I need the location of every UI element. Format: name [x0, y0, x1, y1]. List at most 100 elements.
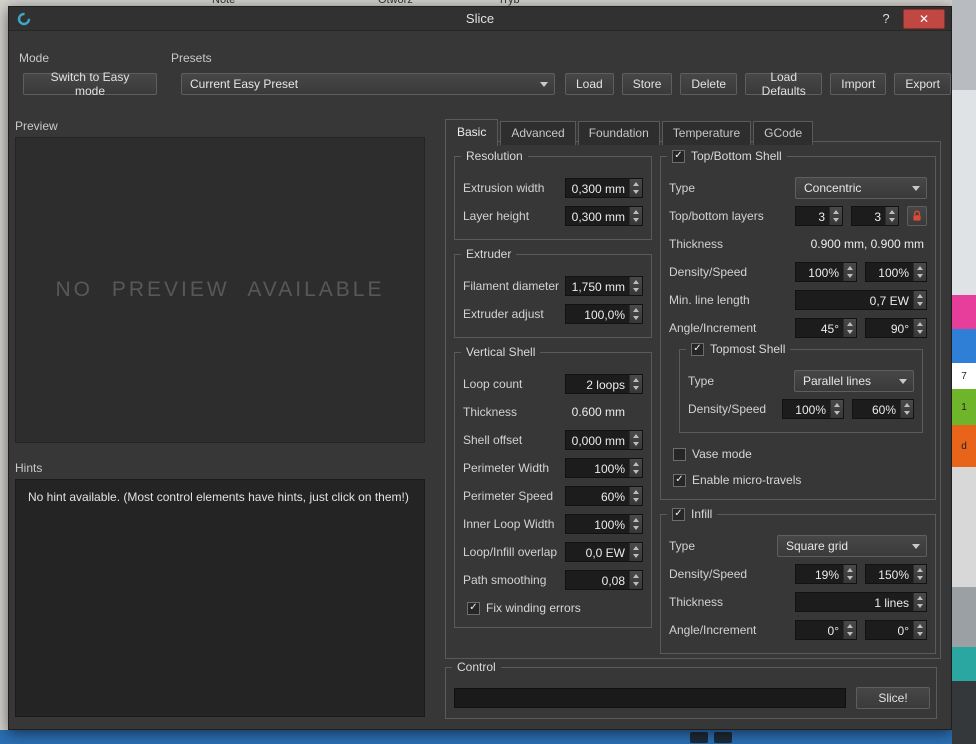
spinner-arrows[interactable]: [843, 621, 856, 639]
spin-down-icon[interactable]: [917, 604, 923, 611]
spinner-arrows[interactable]: [829, 207, 842, 225]
spin-up-icon[interactable]: [834, 400, 840, 407]
fix-winding-checkbox[interactable]: ✓: [467, 602, 480, 615]
loop-infill-overlap-field[interactable]: 0,0 EW: [565, 542, 643, 562]
spin-down-icon[interactable]: [633, 582, 639, 589]
slice-button[interactable]: Slice!: [856, 687, 930, 709]
spin-down-icon[interactable]: [633, 470, 639, 477]
spin-down-icon[interactable]: [633, 288, 639, 295]
topmost-shell-checkbox[interactable]: ✓: [691, 343, 704, 356]
shell-angle-field[interactable]: 45°: [795, 318, 857, 338]
spin-down-icon[interactable]: [917, 330, 923, 337]
load-button[interactable]: Load: [565, 73, 614, 95]
micro-travels-checkbox[interactable]: ✓: [673, 474, 686, 487]
spin-up-icon[interactable]: [847, 263, 853, 270]
extrusion-width-field[interactable]: 0,300 mm: [565, 178, 643, 198]
store-button[interactable]: Store: [622, 73, 673, 95]
spin-up-icon[interactable]: [633, 431, 639, 438]
infill-density-field[interactable]: 19%: [795, 564, 857, 584]
spin-down-icon[interactable]: [847, 274, 853, 281]
spin-up-icon[interactable]: [847, 565, 853, 572]
spinner-arrows[interactable]: [629, 487, 642, 505]
extruder-adjust-field[interactable]: 100,0%: [565, 304, 643, 324]
spin-up-icon[interactable]: [847, 621, 853, 628]
delete-button[interactable]: Delete: [680, 73, 737, 95]
spinner-arrows[interactable]: [913, 593, 926, 611]
spin-up-icon[interactable]: [633, 207, 639, 214]
spinner-arrows[interactable]: [913, 565, 926, 583]
spin-down-icon[interactable]: [847, 576, 853, 583]
spin-up-icon[interactable]: [889, 207, 895, 214]
spinner-arrows[interactable]: [629, 207, 642, 225]
spinner-arrows[interactable]: [629, 571, 642, 589]
filament-diameter-field[interactable]: 1,750 mm: [565, 276, 643, 296]
help-button[interactable]: ?: [877, 10, 895, 28]
spin-down-icon[interactable]: [917, 632, 923, 639]
spin-down-icon[interactable]: [917, 274, 923, 281]
infill-thickness-field[interactable]: 1 lines: [795, 592, 927, 612]
spin-down-icon[interactable]: [633, 386, 639, 393]
spin-down-icon[interactable]: [633, 190, 639, 197]
spinner-arrows[interactable]: [629, 375, 642, 393]
spin-up-icon[interactable]: [633, 571, 639, 578]
spin-up-icon[interactable]: [917, 263, 923, 270]
spin-down-icon[interactable]: [633, 442, 639, 449]
spin-down-icon[interactable]: [904, 411, 910, 418]
tab-gcode[interactable]: GCode: [753, 121, 813, 145]
spin-up-icon[interactable]: [917, 565, 923, 572]
infill-type-select[interactable]: Square grid: [777, 535, 927, 557]
spinner-arrows[interactable]: [629, 305, 642, 323]
spin-down-icon[interactable]: [633, 554, 639, 561]
spin-up-icon[interactable]: [847, 319, 853, 326]
spinner-arrows[interactable]: [629, 277, 642, 295]
load-defaults-button[interactable]: Load Defaults: [745, 73, 822, 95]
tab-basic[interactable]: Basic: [445, 119, 498, 146]
lock-ratio-button[interactable]: [907, 206, 927, 226]
spinner-arrows[interactable]: [843, 319, 856, 337]
spin-up-icon[interactable]: [833, 207, 839, 214]
layer-height-field[interactable]: 0,300 mm: [565, 206, 643, 226]
spinner-arrows[interactable]: [913, 319, 926, 337]
shell-offset-field[interactable]: 0,000 mm: [565, 430, 643, 450]
spin-up-icon[interactable]: [633, 277, 639, 284]
perimeter-speed-field[interactable]: 60%: [565, 486, 643, 506]
spinner-arrows[interactable]: [913, 291, 926, 309]
topmost-density-field[interactable]: 100%: [782, 399, 844, 419]
spin-up-icon[interactable]: [633, 375, 639, 382]
min-line-length-field[interactable]: 0,7 EW: [795, 290, 927, 310]
tab-foundation[interactable]: Foundation: [578, 121, 660, 145]
close-button[interactable]: ✕: [903, 9, 945, 29]
spinner-arrows[interactable]: [830, 400, 843, 418]
spin-up-icon[interactable]: [917, 291, 923, 298]
shell-increment-field[interactable]: 90°: [865, 318, 927, 338]
infill-checkbox[interactable]: ✓: [672, 508, 685, 521]
top-bottom-shell-checkbox[interactable]: ✓: [672, 150, 685, 163]
tab-advanced[interactable]: Advanced: [500, 121, 575, 145]
topmost-type-select[interactable]: Parallel lines: [794, 370, 914, 392]
path-smoothing-field[interactable]: 0,08: [565, 570, 643, 590]
spin-down-icon[interactable]: [834, 411, 840, 418]
spin-up-icon[interactable]: [633, 459, 639, 466]
top-bottom-type-select[interactable]: Concentric: [795, 177, 927, 199]
spin-up-icon[interactable]: [633, 179, 639, 186]
loop-count-field[interactable]: 2 loops: [565, 374, 643, 394]
spinner-arrows[interactable]: [629, 543, 642, 561]
spin-up-icon[interactable]: [633, 305, 639, 312]
top-layers-field[interactable]: 3: [795, 206, 843, 226]
spin-up-icon[interactable]: [917, 319, 923, 326]
vase-mode-checkbox[interactable]: [673, 448, 686, 461]
export-button[interactable]: Export: [894, 73, 951, 95]
infill-increment-field[interactable]: 0°: [865, 620, 927, 640]
spin-down-icon[interactable]: [917, 302, 923, 309]
infill-angle-field[interactable]: 0°: [795, 620, 857, 640]
spinner-arrows[interactable]: [843, 263, 856, 281]
spin-up-icon[interactable]: [917, 621, 923, 628]
spin-down-icon[interactable]: [633, 316, 639, 323]
spinner-arrows[interactable]: [885, 207, 898, 225]
spin-down-icon[interactable]: [833, 218, 839, 225]
spin-up-icon[interactable]: [917, 593, 923, 600]
spinner-arrows[interactable]: [913, 263, 926, 281]
spin-up-icon[interactable]: [633, 487, 639, 494]
titlebar[interactable]: Slice ? ✕: [9, 7, 951, 31]
spin-up-icon[interactable]: [633, 543, 639, 550]
